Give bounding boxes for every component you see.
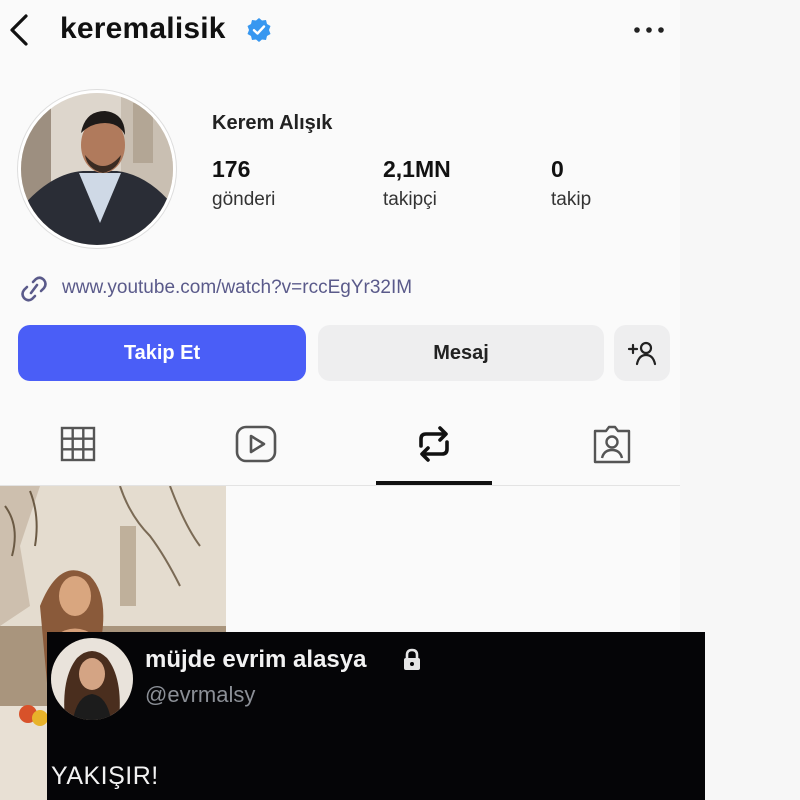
add-user-icon xyxy=(627,341,657,366)
tweet-author-handle: @evrmalsy xyxy=(145,682,256,707)
stat-label: gönderi xyxy=(212,189,276,210)
more-options-button[interactable] xyxy=(632,22,666,38)
profile-username: keremalisik xyxy=(60,12,226,45)
follow-button[interactable]: Takip Et xyxy=(18,325,306,381)
add-user-button[interactable] xyxy=(614,325,670,381)
avatar-photo xyxy=(21,93,173,245)
tab-grid[interactable] xyxy=(56,422,100,466)
profile-header: keremalisik xyxy=(0,0,680,62)
tab-reposts[interactable] xyxy=(412,422,456,466)
tweet-card: müjde evrim alasya @evrmalsy YAKIŞIR! xyxy=(47,632,705,800)
link-url: www.youtube.com/watch?v=rccEgYr32IM xyxy=(62,277,413,298)
link-icon xyxy=(21,276,47,302)
stat-label: takip xyxy=(551,189,592,210)
tweet-avatar[interactable] xyxy=(51,638,133,720)
tweet-avatar-photo xyxy=(51,638,133,720)
profile-avatar[interactable] xyxy=(18,90,176,248)
repost-icon xyxy=(419,426,449,462)
stat-value: 2,1MN xyxy=(383,156,451,182)
tab-reels[interactable] xyxy=(234,422,278,466)
profile-tabs xyxy=(0,410,680,486)
reels-icon xyxy=(235,425,277,463)
verified-badge-icon xyxy=(247,18,271,42)
stat-posts[interactable]: 176 gönderi xyxy=(212,156,275,211)
tab-tagged[interactable] xyxy=(590,422,634,466)
grid-icon xyxy=(60,426,96,462)
tweet-text: YAKIŞIR! xyxy=(51,762,159,790)
active-tab-indicator xyxy=(376,481,492,485)
message-button[interactable]: Mesaj xyxy=(318,325,604,381)
more-horizontal-icon xyxy=(634,27,664,33)
stat-label: takipçi xyxy=(383,189,437,210)
display-name: Kerem Alışık xyxy=(212,112,333,134)
stat-following[interactable]: 0 takip xyxy=(551,156,591,211)
stat-value: 0 xyxy=(551,156,564,182)
chevron-left-icon xyxy=(10,14,28,46)
tagged-icon xyxy=(593,425,631,464)
tweet-author-name: müjde evrim alasya xyxy=(145,646,367,673)
back-button[interactable] xyxy=(4,12,36,48)
stat-followers[interactable]: 2,1MN takipçi xyxy=(383,156,451,211)
stat-value: 176 xyxy=(212,156,251,182)
lock-icon xyxy=(404,648,420,670)
